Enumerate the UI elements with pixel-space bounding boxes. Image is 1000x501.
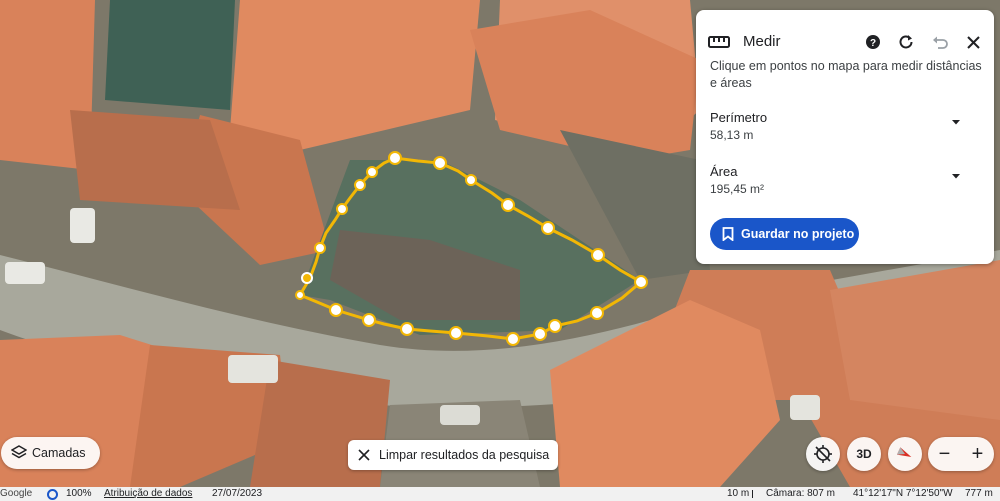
camera-altitude: Câmara: 807 m xyxy=(766,488,835,499)
perimeter-row[interactable]: Perímetro 58,13 m xyxy=(696,110,994,150)
zoom-controls: − + xyxy=(928,437,994,471)
data-attribution-link[interactable]: Atribuição de dados xyxy=(104,488,192,499)
status-bar: Google 100% Atribuição de dados 27/07/20… xyxy=(0,487,1000,501)
imagery-date: 27/07/2023 xyxy=(212,488,263,499)
zoom-level-icon xyxy=(47,489,58,500)
measure-panel-header: Medir ? xyxy=(696,10,994,56)
refresh-icon[interactable] xyxy=(897,33,915,51)
bookmark-icon xyxy=(722,227,734,241)
help-icon[interactable]: ? xyxy=(864,33,882,51)
zoom-level: 100% xyxy=(66,488,92,499)
zoom-in-button[interactable]: + xyxy=(961,437,994,471)
compass-icon xyxy=(896,447,912,457)
cursor-coordinates: 41°12'17"N 7°12'50"W xyxy=(853,488,953,499)
gps-off-icon xyxy=(814,445,832,463)
scale-bar xyxy=(752,490,755,498)
chevron-down-icon[interactable] xyxy=(950,118,962,126)
measure-panel-title: Medir xyxy=(743,33,781,50)
measure-panel: Medir ? Clique em pontos no mapa para me… xyxy=(696,10,994,264)
scale-label: 10 m xyxy=(727,488,750,499)
perimeter-value: 58,13 m xyxy=(710,128,754,142)
undo-icon[interactable] xyxy=(931,33,949,51)
area-value: 195,45 m² xyxy=(710,182,765,196)
area-row[interactable]: Área 195,45 m² xyxy=(696,164,994,204)
layers-icon xyxy=(11,445,27,459)
svg-text:?: ? xyxy=(870,38,876,49)
compass-button[interactable] xyxy=(888,437,922,471)
layers-button[interactable]: Camadas xyxy=(1,437,100,469)
google-logo: Google xyxy=(0,488,33,499)
measure-instructions: Clique em pontos no mapa para medir dist… xyxy=(710,59,982,90)
perimeter-label: Perímetro xyxy=(710,110,768,125)
clear-search-results-label: Limpar resultados da pesquisa xyxy=(379,448,550,462)
ruler-icon xyxy=(708,36,730,48)
location-button[interactable] xyxy=(806,437,840,471)
save-to-project-button[interactable]: Guardar no projeto xyxy=(710,218,859,250)
elevation: 777 m xyxy=(965,488,993,499)
clear-search-results-button[interactable]: Limpar resultados da pesquisa xyxy=(348,440,558,470)
toggle-3d-button[interactable]: 3D xyxy=(847,437,881,471)
area-label: Área xyxy=(710,164,738,179)
close-icon xyxy=(358,449,370,461)
chevron-down-icon[interactable] xyxy=(950,172,962,180)
close-icon[interactable] xyxy=(964,33,982,51)
zoom-out-button[interactable]: − xyxy=(928,437,961,471)
save-to-project-label: Guardar no projeto xyxy=(741,227,855,241)
layers-label: Camadas xyxy=(32,446,86,460)
